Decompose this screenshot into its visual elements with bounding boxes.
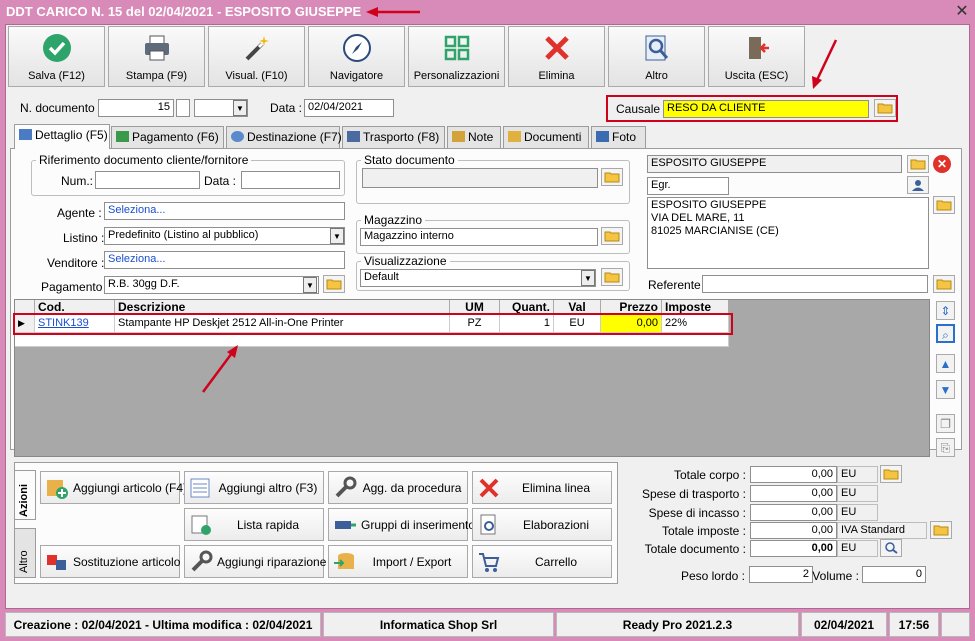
tab-dettaglio[interactable]: Dettaglio (F5) [14, 124, 110, 149]
row-arrow [201, 345, 238, 393]
causale-arrow [812, 39, 838, 89]
tab-dettaglio-label: Dettaglio (F5) [35, 128, 108, 142]
annotation-arrows [201, 7, 838, 393]
title-arrow [366, 7, 420, 17]
list-icon [19, 129, 32, 140]
